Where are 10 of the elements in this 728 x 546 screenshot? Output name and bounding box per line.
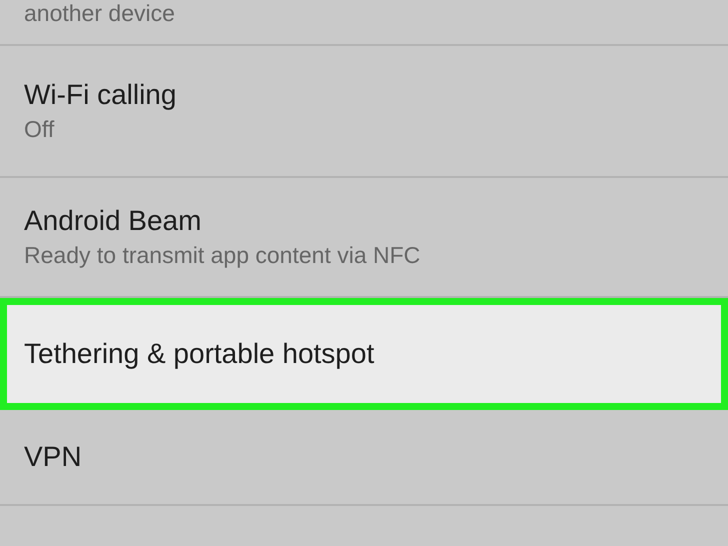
setting-title: Wi-Fi calling [24,78,176,112]
settings-row[interactable]: VPN [0,410,728,506]
settings-row[interactable]: Tethering & portable hotspot [0,298,728,410]
setting-title: Android Beam [24,204,202,238]
setting-subtitle: Ready to transmit app content via NFC [24,241,420,270]
setting-subtitle: another device [24,0,175,26]
setting-title: Tethering & portable hotspot [24,337,374,371]
setting-title: VPN [24,440,82,474]
settings-row[interactable]: Wi-Fi calling Off [0,46,728,178]
setting-subtitle: Off [24,115,54,144]
